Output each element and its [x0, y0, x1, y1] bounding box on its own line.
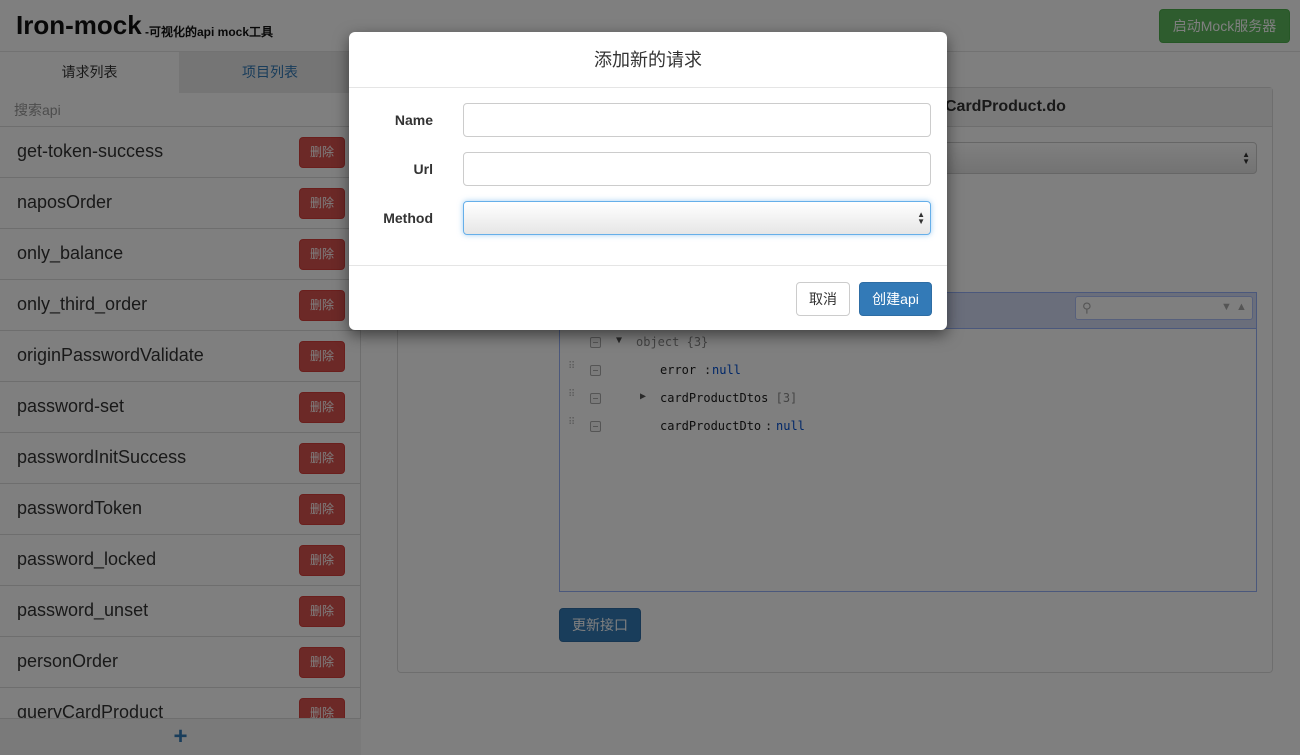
cancel-button[interactable]: 取消	[796, 282, 850, 316]
name-input[interactable]	[463, 103, 931, 137]
modal-header: 添加新的请求	[349, 32, 947, 88]
url-input[interactable]	[463, 152, 931, 186]
modal-footer: 取消 创建api	[349, 265, 947, 330]
name-label: Name	[394, 112, 433, 128]
method-label: Method	[383, 210, 433, 226]
method-select[interactable]: ▲ ▼	[463, 201, 931, 235]
create-api-button[interactable]: 创建api	[859, 282, 932, 316]
modal-title: 添加新的请求	[594, 50, 702, 70]
select-arrows-icon: ▲▼	[917, 210, 925, 226]
url-label: Url	[413, 161, 433, 177]
add-request-modal: 添加新的请求 Name Url Method ▲ ▼ 取消 创建api	[349, 32, 947, 330]
